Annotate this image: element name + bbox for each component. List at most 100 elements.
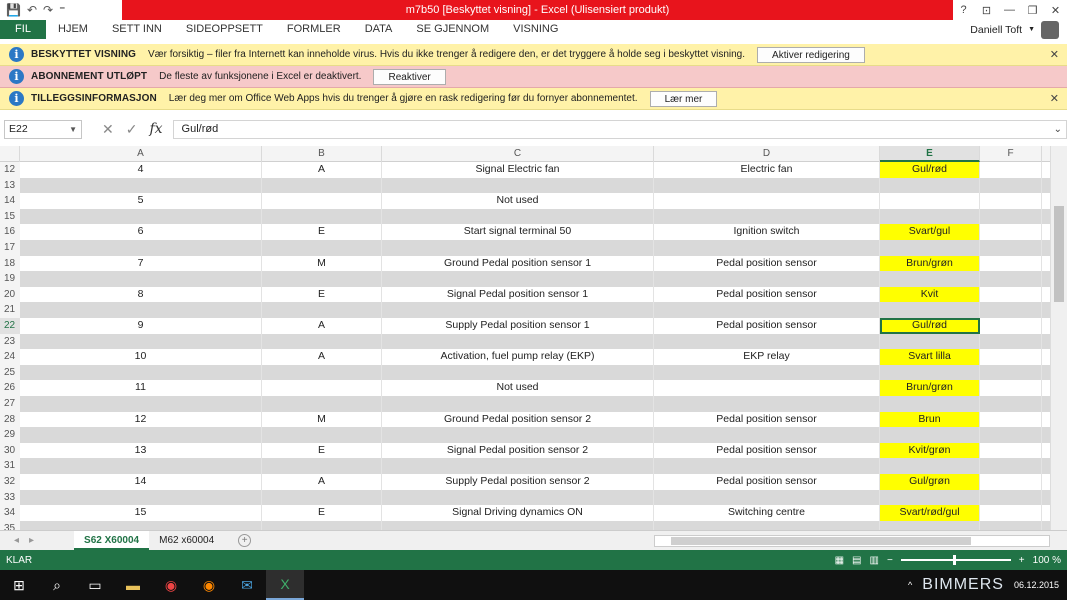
cell-b[interactable]: E	[262, 286, 382, 303]
cell-c[interactable]	[382, 271, 654, 287]
tab-file[interactable]: FIL	[0, 20, 46, 39]
tray-up-icon[interactable]: ^	[908, 580, 912, 590]
cell-a[interactable]	[20, 208, 262, 225]
column-header-d[interactable]: D	[654, 146, 880, 162]
cell-a[interactable]	[20, 364, 262, 381]
cell-a[interactable]	[20, 396, 262, 412]
cell-f[interactable]	[980, 271, 1042, 287]
cell-e[interactable]: Brun/grøn	[880, 255, 980, 272]
cell-b[interactable]: E	[262, 505, 382, 521]
cell-c[interactable]: Supply Pedal position sensor 1	[382, 318, 654, 334]
cell-a[interactable]	[20, 520, 262, 530]
cell-c[interactable]: Signal Driving dynamics ON	[382, 505, 654, 521]
cell-c[interactable]: Start signal terminal 50	[382, 224, 654, 240]
cell-e[interactable]: Gul/grøn	[880, 474, 980, 490]
column-header-e[interactable]: E	[880, 146, 980, 162]
cell-e[interactable]	[880, 364, 980, 381]
zoom-level[interactable]: 100 %	[1033, 555, 1061, 566]
cell-d[interactable]	[654, 240, 880, 256]
cell-b[interactable]	[262, 271, 382, 287]
cell-e[interactable]: Kvit/grøn	[880, 442, 980, 459]
cell-f[interactable]	[980, 364, 1042, 381]
cell-f[interactable]	[980, 349, 1042, 365]
tab-data[interactable]: DATA	[353, 20, 405, 39]
row-header[interactable]: 16	[0, 224, 20, 240]
horizontal-scrollbar[interactable]	[654, 535, 1050, 547]
cell-a[interactable]	[20, 240, 262, 256]
task-view-icon[interactable]: ▭	[76, 570, 114, 600]
cell-c[interactable]: Ground Pedal position sensor 2	[382, 411, 654, 428]
tab-page-layout[interactable]: SIDEOPPSETT	[174, 20, 275, 39]
zoom-in-icon[interactable]: +	[1019, 555, 1025, 566]
cell-f[interactable]	[980, 380, 1042, 396]
cell-d[interactable]: Electric fan	[654, 162, 880, 178]
cell-d[interactable]: Pedal position sensor	[654, 411, 880, 428]
cell-d[interactable]	[654, 333, 880, 350]
cell-b[interactable]: A	[262, 474, 382, 490]
cell-a[interactable]: 7	[20, 255, 262, 272]
ribbon-display-button[interactable]: ⊡	[975, 4, 998, 17]
cell-d[interactable]	[654, 458, 880, 474]
row-header[interactable]: 17	[0, 240, 20, 256]
enable-editing-button[interactable]: Aktiver redigering	[757, 46, 865, 63]
row-header[interactable]: 13	[0, 177, 20, 194]
cell-d[interactable]	[654, 302, 880, 318]
select-all-corner[interactable]	[0, 146, 20, 162]
cell-c[interactable]	[382, 396, 654, 412]
cell-d[interactable]: Pedal position sensor	[654, 474, 880, 490]
cell-a[interactable]	[20, 302, 262, 318]
row-header[interactable]: 31	[0, 458, 20, 474]
cell-b[interactable]: A	[262, 162, 382, 178]
row-header[interactable]: 35	[0, 520, 20, 530]
cell-d[interactable]	[654, 427, 880, 443]
cell-c[interactable]	[382, 333, 654, 350]
minimize-button[interactable]: —	[998, 4, 1021, 16]
cell-b[interactable]: M	[262, 411, 382, 428]
cell-c[interactable]: Supply Pedal position sensor 2	[382, 474, 654, 490]
cell-e[interactable]	[880, 177, 980, 194]
row-header[interactable]: 20	[0, 286, 20, 303]
cell-d[interactable]	[654, 208, 880, 225]
cell-f[interactable]	[980, 302, 1042, 318]
spreadsheet-grid[interactable]: A B C D E F 12 4 A Signal Electric fan Elect…	[0, 146, 1067, 530]
cell-f[interactable]	[980, 318, 1042, 334]
cell-d[interactable]	[654, 396, 880, 412]
page-break-icon[interactable]: ▥	[870, 555, 879, 566]
cell-a[interactable]	[20, 177, 262, 194]
row-header[interactable]: 26	[0, 380, 20, 396]
cell-b[interactable]	[262, 396, 382, 412]
cell-b[interactable]	[262, 302, 382, 318]
cell-e[interactable]	[880, 333, 980, 350]
cell-b[interactable]	[262, 193, 382, 209]
tab-review[interactable]: SE GJENNOM	[404, 20, 501, 39]
row-header[interactable]: 24	[0, 349, 20, 365]
name-box[interactable]: E22 ▼	[4, 119, 82, 139]
sheet-tab-m62[interactable]: M62 x60004	[149, 531, 224, 550]
cell-c[interactable]: Ground Pedal position sensor 1	[382, 255, 654, 272]
cell-e[interactable]: Gul/rød	[880, 318, 980, 334]
row-header[interactable]: 25	[0, 364, 20, 381]
zoom-slider-knob[interactable]	[952, 555, 956, 565]
cell-e[interactable]: Kvit	[880, 286, 980, 303]
close-icon[interactable]: ✕	[1050, 48, 1059, 61]
cell-e[interactable]: Brun/grøn	[880, 380, 980, 396]
row-header[interactable]: 27	[0, 396, 20, 412]
scrollbar-thumb[interactable]	[1054, 206, 1064, 302]
cell-c[interactable]	[382, 458, 654, 474]
cell-d[interactable]: Pedal position sensor	[654, 318, 880, 334]
cell-d[interactable]: Pedal position sensor	[654, 255, 880, 272]
cell-f[interactable]	[980, 427, 1042, 443]
cell-b[interactable]	[262, 333, 382, 350]
cell-e[interactable]: Svart lilla	[880, 349, 980, 365]
file-explorer-icon[interactable]: ▬	[114, 570, 152, 600]
cell-f[interactable]	[980, 208, 1042, 225]
cell-a[interactable]: 13	[20, 442, 262, 459]
cell-e[interactable]	[880, 427, 980, 443]
cell-a[interactable]: 5	[20, 193, 262, 209]
cell-a[interactable]: 9	[20, 318, 262, 334]
user-account[interactable]: Daniell Toft ▼	[970, 20, 1059, 39]
cell-b[interactable]: E	[262, 224, 382, 240]
tab-formulas[interactable]: FORMLER	[275, 20, 353, 39]
column-header-a[interactable]: A	[20, 146, 262, 162]
cell-e[interactable]	[880, 520, 980, 530]
